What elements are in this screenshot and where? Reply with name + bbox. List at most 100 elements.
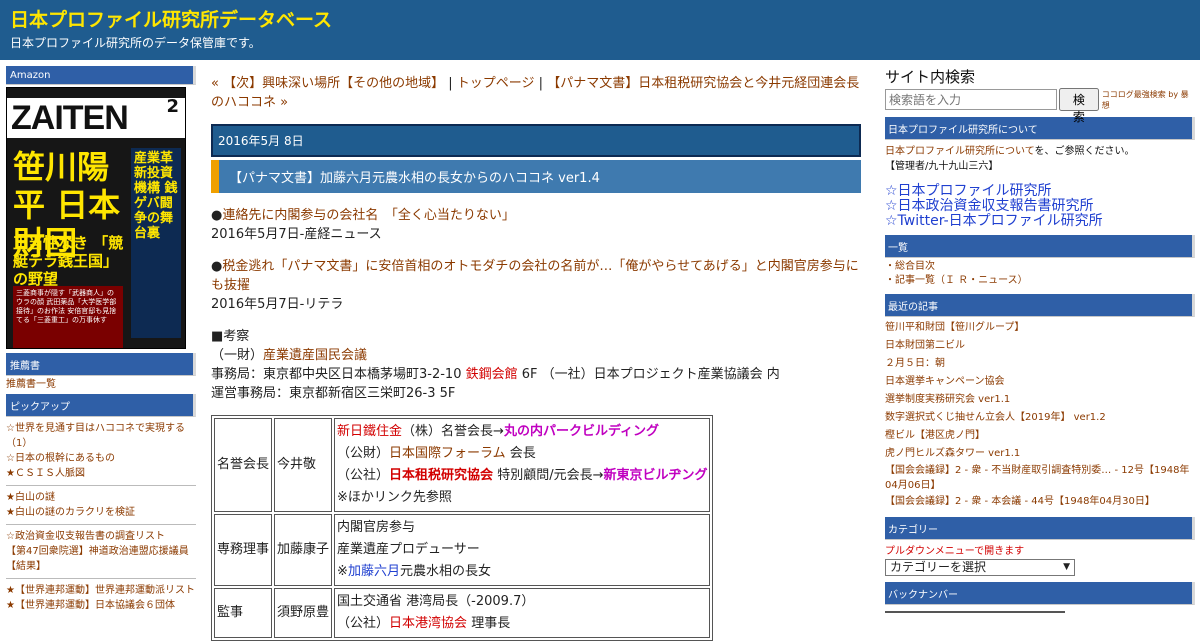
detail-text: （公社） — [337, 616, 390, 631]
entry-title: 【パナマ文書】加藤六月元農水相の長女からのハココネ ver1.4 — [211, 160, 861, 193]
details-cell: 内閣官房参与 産業遺産プロデューサー ※加藤六月元農水相の長女 — [334, 514, 711, 586]
book-inset: 三菱商事が隠す「武器商人」のウラの顔 武田薬品「大学医学部接待」のお作法 安倍官… — [13, 286, 123, 348]
detail-text: ※ — [337, 564, 348, 579]
site-description: 日本プロファイル研究所のデータ保管庫です。 — [10, 36, 261, 50]
recent-item[interactable]: 数字選択式くじ抽せん立会人【2019年】 ver1.2 — [885, 409, 1195, 427]
name-cell: 須野原豊 — [274, 588, 333, 638]
building-name: 鉄鋼会館 — [465, 367, 518, 382]
pickup-list: ☆世界を見通す目はハココネで実現する（1） ☆日本の根幹にあるもの ★ＣＳＩＳ人… — [6, 421, 196, 613]
pickup-item[interactable]: ★白山の謎のカラクリを検証 — [6, 505, 196, 520]
site-header: 日本プロファイル研究所データベース 日本プロファイル研究所のデータ保管庫です。 — [0, 0, 1200, 60]
site-search-title: サイト内検索 — [885, 68, 976, 86]
category-heading: カテゴリー — [885, 517, 1195, 540]
pickup-item[interactable]: ★白山の謎 — [6, 490, 196, 505]
top-page-link[interactable]: トップページ — [457, 76, 535, 91]
detail-text: 国土交通省 港湾局長（-2009.7） — [337, 594, 535, 609]
divider — [6, 578, 196, 579]
search-button[interactable]: 検索 — [1059, 88, 1099, 124]
recent-list: 笹川平和財団【笹川グループ】 日本財団第二ビル ２月５日：朝 日本選挙キャンペー… — [885, 319, 1195, 511]
pickup-item[interactable]: ★【世界連邦運動】世界連邦運動派リスト — [6, 583, 196, 598]
recommended-link[interactable]: 推薦書一覧 — [6, 376, 196, 394]
address-text: 事務局：東京都中央区日本橋茅場町3-2-10 — [211, 367, 466, 382]
recent-item[interactable]: 日本財団第二ビル — [885, 337, 1195, 355]
pickup-item[interactable]: ☆日本の根幹にあるもの — [6, 451, 196, 466]
role-cell: 監事 — [214, 588, 273, 638]
news-link[interactable]: 税金逃れ「パナマ文書」に安倍首相のオトモダチの会社の名前が…「俺がやらせてあげる… — [211, 259, 859, 293]
consideration-heading: ■考察 — [211, 329, 250, 344]
pickup-item[interactable]: ★ＣＳＩＳ人脈図 — [6, 466, 196, 481]
book-masthead: ZAITEN — [7, 98, 185, 138]
featured-link[interactable]: ☆日本プロファイル研究所 — [885, 184, 1195, 199]
admin-text: 【管理者/九十九山三六】 — [885, 161, 999, 172]
building-link[interactable]: 新東京ビルヂング — [603, 468, 707, 483]
index-list: ・総合目次 ・記事一覧（Ｉ Ｒ・ニュース） — [885, 260, 1195, 288]
name-cell: 今井敬 — [274, 418, 333, 512]
detail-text: （公財） — [337, 446, 390, 461]
company-name: 新日鐵住金 — [337, 424, 403, 439]
news-item: ●連絡先に内閣参与の会社名 「全く心当たりない」 2016年5月7日-産経ニュー… — [211, 206, 861, 244]
details-cell: 国土交通省 港湾局長（-2009.7） （公社）日本港湾協会 理事長 — [334, 588, 711, 638]
book-cover[interactable]: ZAITEN 2 笹川陽平 日本財団 正当性なき 「競艇テラ銭王国」 の野望 産… — [6, 87, 186, 349]
chevron-down-icon: ▼ — [1063, 562, 1070, 572]
featured-links: ☆日本プロファイル研究所 ☆日本政治資金収支報告書研究所 ☆Twitter-日本… — [885, 184, 1195, 229]
detail-text: 産業遺産プロデューサー — [337, 542, 480, 557]
search-input[interactable] — [885, 89, 1058, 110]
recent-item[interactable]: 虎ノ門ヒルズ森タワー ver1.1 — [885, 445, 1195, 463]
prev-entry-link[interactable]: « 【次】興味深い場所【その他の地域】 — [211, 76, 444, 91]
news-source: 2016年5月7日-産経ニュース — [211, 227, 382, 242]
pickup-item[interactable]: 【第47回衆院選】神道政治連盟応援議員【結果】 — [6, 544, 196, 574]
news-link[interactable]: 連絡先に内閣参与の会社名 「全く心当たりない」 — [222, 208, 515, 223]
pickup-item[interactable]: ★【世界連邦運動】日本協議会６団体 — [6, 598, 196, 613]
org-prefix: （一財） — [211, 348, 264, 363]
pickup-item[interactable]: ☆政治資金収支報告書の調査リスト — [6, 529, 196, 544]
recent-item[interactable]: 選挙制度実務研究会 ver1.1 — [885, 391, 1195, 409]
book-vertical-text: 産業革新投資機構 銭ゲバ闘争の舞台裏 — [131, 148, 181, 338]
category-note: プルダウンメニューで開きます — [885, 546, 1025, 557]
detail-text: 内閣官房参与 — [337, 520, 416, 535]
featured-link[interactable]: ☆日本政治資金収支報告書研究所 — [885, 199, 1195, 214]
person-name: 加藤六月 — [347, 564, 400, 579]
site-title[interactable]: 日本プロファイル研究所データベース — [10, 8, 1190, 32]
about-suffix: を、ご参照ください。 — [1034, 146, 1135, 157]
category-select-value: カテゴリーを選択 — [890, 560, 987, 574]
featured-link[interactable]: ☆Twitter-日本プロファイル研究所 — [885, 214, 1195, 229]
details-cell: 新日鐵住金（株）名誉会長→丸の内パークビルディング （公財）日本国際フォーラム … — [334, 418, 711, 512]
category-select[interactable]: カテゴリーを選択 ▼ — [885, 559, 1075, 576]
index-link[interactable]: ・記事一覧（Ｉ Ｒ・ニュース） — [885, 274, 1195, 288]
org-link[interactable]: 日本国際フォーラム — [389, 446, 506, 461]
about-link[interactable]: 日本プロファイル研究所について — [885, 146, 1035, 157]
backnumber-heading: バックナンバー — [885, 582, 1195, 605]
consideration: ■考察 （一財）産業遺産国民会議 事務局：東京都中央区日本橋茅場町3-2-10 … — [211, 327, 861, 403]
search-credit[interactable]: ココログ最強検索 by 暴想 — [1102, 89, 1195, 111]
recent-item[interactable]: 【国会会議録】2 - 衆 - 本会議 - 44号【1948年04月30日】 — [885, 493, 1195, 511]
table-row: 名誉会長 今井敬 新日鐵住金（株）名誉会長→丸の内パークビルディング （公財）日… — [214, 418, 711, 512]
table-row: 専務理事 加藤康子 内閣官房参与 産業遺産プロデューサー ※加藤六月元農水相の長… — [214, 514, 711, 586]
pickup-item[interactable]: ☆世界を見通す目はハココネで実現する（1） — [6, 421, 196, 451]
recommended-heading: 推薦書 — [6, 353, 196, 376]
org-name: 日本租税研究協会 — [389, 468, 494, 483]
recent-item[interactable]: 笹川平和財団【笹川グループ】 — [885, 319, 1195, 337]
amazon-heading: Amazon — [6, 66, 196, 85]
recent-item[interactable]: 日本選挙キャンペーン協会 — [885, 373, 1195, 391]
list-heading: 一覧 — [885, 235, 1195, 258]
recent-item[interactable]: ２月５日：朝 — [885, 355, 1195, 373]
divider — [6, 485, 196, 486]
news-source: 2016年5月7日-リテラ — [211, 297, 344, 312]
divider — [6, 524, 196, 525]
org-name: 日本港湾協会 — [389, 616, 468, 631]
backnumber-calendar[interactable] — [885, 611, 1065, 625]
nav-separator: | — [538, 76, 544, 91]
entry-navigation: « 【次】興味深い場所【その他の地域】 | トップページ | 【パナマ文書】日本… — [211, 74, 861, 112]
book-subhead: 正当性なき 「競艇テラ銭王国」 の野望 — [13, 234, 124, 288]
org-link[interactable]: 産業遺産国民会議 — [263, 348, 367, 363]
index-link[interactable]: ・総合目次 — [885, 260, 1195, 274]
detail-text: （株）名誉会長→ — [402, 424, 504, 439]
search-form: 検索 ココログ最強検索 by 暴想 — [885, 88, 1195, 124]
recent-item[interactable]: 樫ビル【港区虎ノ門】 — [885, 427, 1195, 445]
building-link[interactable]: 丸の内パークビルディング — [504, 424, 659, 439]
pickup-heading: ピックアップ — [6, 394, 196, 417]
recent-item[interactable]: 【国会会議録】2 - 衆 - 不当財産取引調査特別委… - 12号【1948年0… — [885, 463, 1195, 493]
address-text: 運営事務局：東京都新宿区三栄町26-3 5F — [211, 386, 456, 401]
nav-separator: | — [448, 76, 453, 91]
name-cell: 加藤康子 — [274, 514, 333, 586]
